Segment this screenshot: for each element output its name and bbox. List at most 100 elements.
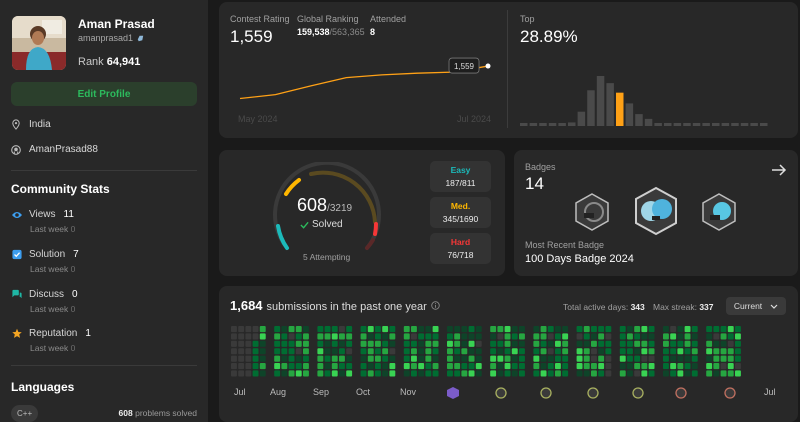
heatmap-cell[interactable] — [259, 355, 266, 362]
heatmap-cell[interactable] — [735, 355, 741, 362]
heatmap-cell[interactable] — [562, 326, 569, 333]
heatmap-cell[interactable] — [504, 363, 511, 370]
heatmap-cell[interactable] — [619, 340, 626, 347]
heatmap-cell[interactable] — [346, 340, 353, 347]
heatmap-cell[interactable] — [447, 340, 453, 347]
daily-badge-icon[interactable] — [675, 387, 687, 399]
heatmap-cell[interactable] — [281, 355, 288, 362]
heatmap-cell[interactable] — [691, 326, 698, 333]
heatmap-cell[interactable] — [259, 333, 266, 340]
heatmap-cell[interactable] — [648, 340, 655, 347]
heatmap-cell[interactable] — [389, 363, 396, 370]
heatmap-cell[interactable] — [504, 348, 511, 355]
heatmap-cell[interactable] — [670, 355, 677, 362]
heatmap-cell[interactable] — [360, 340, 367, 347]
heatmap-cell[interactable] — [432, 348, 439, 355]
heatmap-cell[interactable] — [504, 333, 511, 340]
heatmap-cell[interactable] — [367, 370, 374, 377]
heatmap-cell[interactable] — [706, 363, 713, 370]
heatmap-cell[interactable] — [468, 333, 475, 340]
heatmap-cell[interactable] — [519, 326, 525, 333]
heatmap-cell[interactable] — [634, 370, 641, 377]
heatmap-cell[interactable] — [324, 370, 331, 377]
heatmap-cell[interactable] — [346, 326, 353, 333]
heatmap-cell[interactable] — [677, 348, 684, 355]
heatmap-cell[interactable] — [670, 326, 677, 333]
heatmap-cell[interactable] — [346, 333, 353, 340]
heatmap-cell[interactable] — [245, 333, 252, 340]
heatmap-cell[interactable] — [684, 348, 691, 355]
heatmap-cell[interactable] — [454, 363, 461, 370]
heatmap-cell[interactable] — [418, 348, 425, 355]
heatmap-cell[interactable] — [562, 340, 569, 347]
heatmap-cell[interactable] — [252, 348, 259, 355]
monthly-badge-icon[interactable] — [447, 387, 459, 399]
easy-box[interactable]: Easy 187/811 — [430, 161, 491, 192]
heatmap-cell[interactable] — [706, 370, 713, 377]
heatmap-cell[interactable] — [555, 340, 561, 347]
heatmap-cell[interactable] — [583, 363, 590, 370]
heatmap-cell[interactable] — [555, 363, 561, 370]
heatmap-cell[interactable] — [720, 326, 727, 333]
heatmap-cell[interactable] — [735, 348, 741, 355]
heatmap-cell[interactable] — [627, 348, 633, 355]
heatmap-cell[interactable] — [317, 348, 324, 355]
heatmap-cell[interactable] — [706, 348, 713, 355]
heatmap-cell[interactable] — [375, 326, 381, 333]
heatmap-cell[interactable] — [583, 333, 590, 340]
heatmap-cell[interactable] — [303, 326, 309, 333]
heatmap-cell[interactable] — [720, 340, 727, 347]
heatmap-cell[interactable] — [432, 363, 439, 370]
heatmap-cell[interactable] — [295, 333, 302, 340]
daily-badge-icon[interactable] — [587, 387, 599, 399]
heatmap-cell[interactable] — [735, 370, 741, 377]
heatmap-cell[interactable] — [238, 363, 245, 370]
heatmap-cell[interactable] — [533, 333, 540, 340]
heatmap-cell[interactable] — [605, 370, 612, 377]
heatmap-cell[interactable] — [576, 340, 583, 347]
heatmap-cell[interactable] — [497, 340, 504, 347]
heatmap-cell[interactable] — [288, 370, 295, 377]
heatmap-cell[interactable] — [490, 355, 497, 362]
heatmap-cell[interactable] — [562, 355, 569, 362]
heatmap-cell[interactable] — [677, 333, 684, 340]
heatmap-cell[interactable] — [331, 363, 338, 370]
heatmap-cell[interactable] — [619, 333, 626, 340]
heatmap-cell[interactable] — [519, 370, 525, 377]
histogram-bar[interactable] — [635, 114, 643, 126]
heatmap-cell[interactable] — [288, 333, 295, 340]
heatmap-cell[interactable] — [475, 333, 482, 340]
heatmap-cell[interactable] — [576, 348, 583, 355]
heatmap-cell[interactable] — [245, 348, 252, 355]
heatmap-cell[interactable] — [605, 340, 612, 347]
heatmap-cell[interactable] — [663, 326, 669, 333]
heatmap-cell[interactable] — [634, 348, 641, 355]
heatmap-cell[interactable] — [735, 340, 741, 347]
heatmap-cell[interactable] — [619, 348, 626, 355]
avatar[interactable] — [12, 16, 66, 70]
heatmap-cell[interactable] — [375, 355, 381, 362]
heatmap-cell[interactable] — [547, 333, 554, 340]
heatmap-cell[interactable] — [713, 348, 720, 355]
heatmap-cell[interactable] — [346, 370, 353, 377]
heatmap-cell[interactable] — [367, 355, 374, 362]
histogram-bar[interactable] — [664, 123, 672, 126]
heatmap-cell[interactable] — [727, 363, 734, 370]
heatmap-cell[interactable] — [670, 363, 677, 370]
heatmap-cell[interactable] — [533, 355, 540, 362]
heatmap-cell[interactable] — [454, 355, 461, 362]
heatmap-cell[interactable] — [274, 348, 281, 355]
heatmap-cell[interactable] — [540, 355, 547, 362]
heatmap-cell[interactable] — [389, 333, 396, 340]
heatmap-cell[interactable] — [403, 370, 410, 377]
heatmap-cell[interactable] — [259, 348, 266, 355]
heatmap-cell[interactable] — [425, 370, 432, 377]
heatmap-cell[interactable] — [468, 326, 475, 333]
heatmap-cell[interactable] — [331, 355, 338, 362]
heatmap-cell[interactable] — [360, 326, 367, 333]
heatmap-cell[interactable] — [281, 333, 288, 340]
histogram-bar[interactable] — [606, 83, 614, 126]
heatmap-cell[interactable] — [454, 370, 461, 377]
heatmap-cell[interactable] — [411, 348, 417, 355]
heatmap-cell[interactable] — [497, 355, 504, 362]
